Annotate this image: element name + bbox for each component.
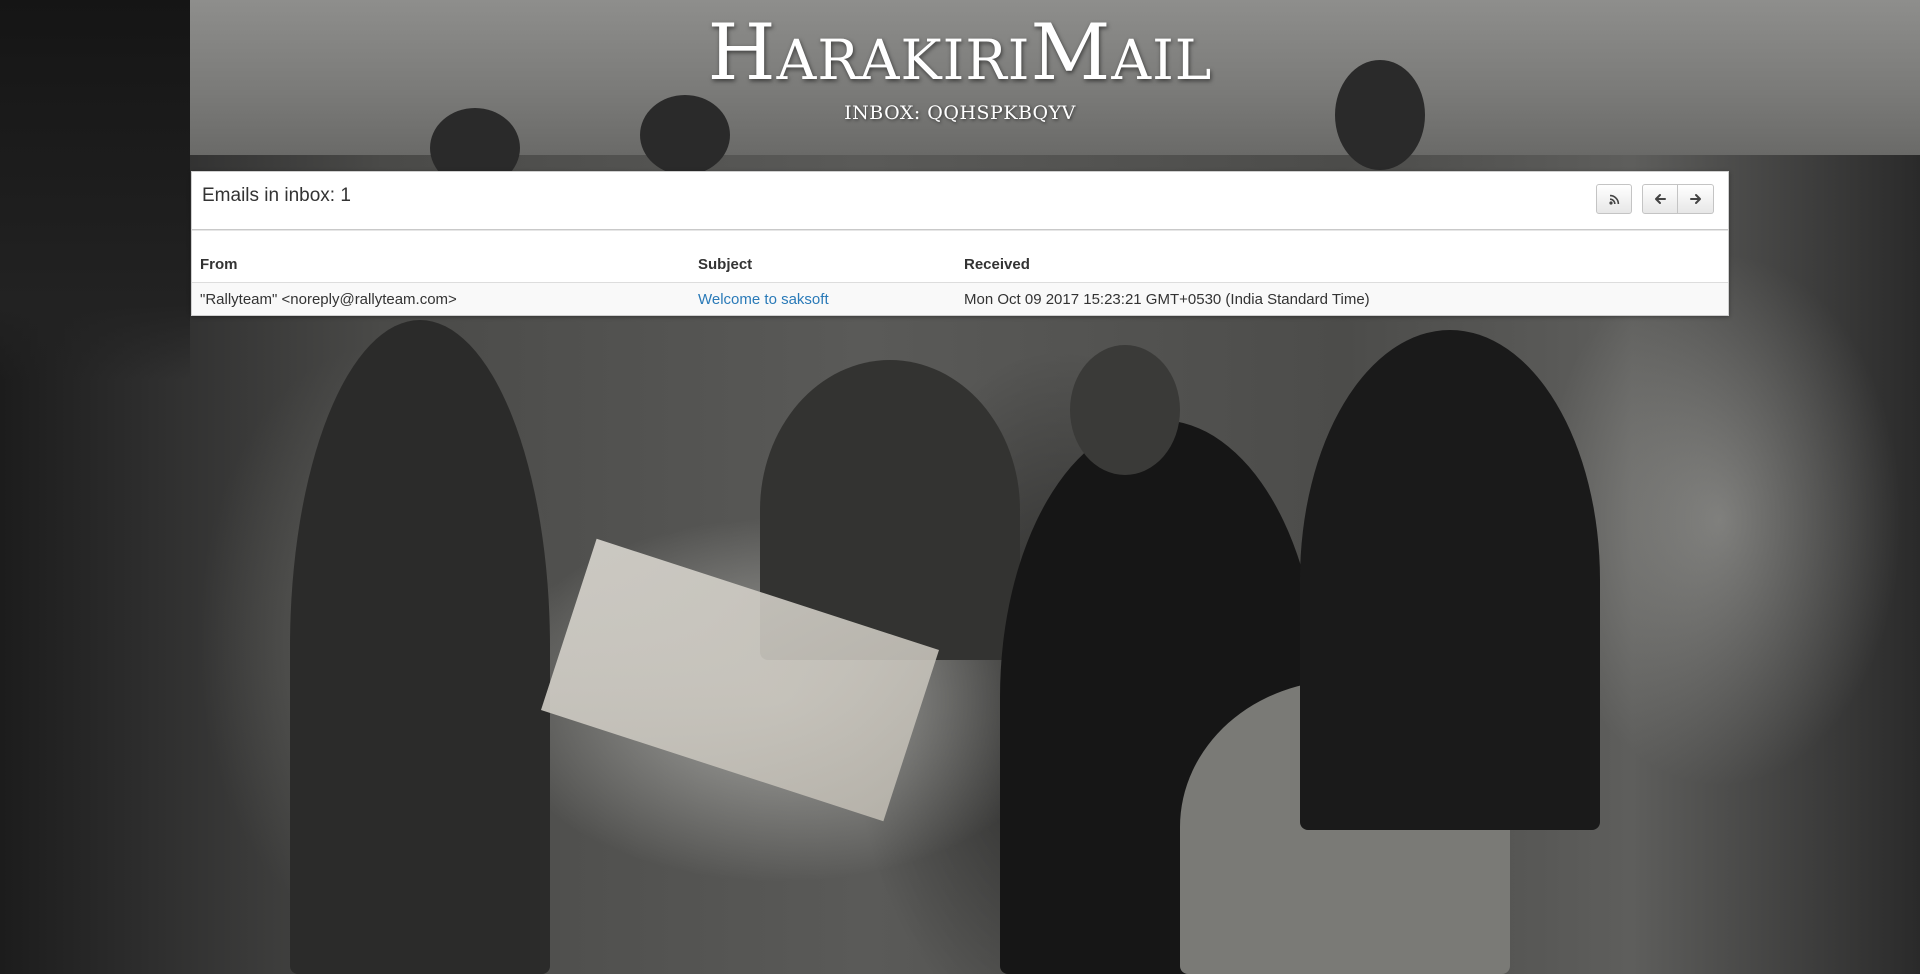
email-subject-cell: Welcome to saksoft: [690, 282, 956, 315]
panel-heading: Emails in inbox: 1: [192, 172, 1728, 230]
column-header-subject: Subject: [690, 247, 956, 283]
background-figure: [1300, 330, 1600, 830]
rss-button-group: [1596, 184, 1632, 214]
background-head: [1070, 345, 1180, 475]
inbox-panel: Emails in inbox: 1 From Subject Received…: [191, 171, 1729, 316]
table-header-row: From Subject Received: [192, 247, 1728, 283]
email-received: Mon Oct 09 2017 15:23:21 GMT+0530 (India…: [956, 282, 1728, 315]
inbox-count-title: Emails in inbox: 1: [202, 185, 351, 206]
site-logo[interactable]: HarakiriMail: [0, 8, 1920, 98]
pagination-button-group: [1642, 184, 1714, 214]
previous-page-button[interactable]: [1642, 184, 1678, 214]
column-header-from: From: [192, 247, 690, 283]
inbox-label: INBOX: QQHSPKBQYV: [844, 102, 1076, 124]
column-header-received: Received: [956, 247, 1728, 283]
rss-icon: [1608, 194, 1619, 205]
email-table: From Subject Received "Rallyteam" <norep…: [192, 247, 1728, 315]
email-from: "Rallyteam" <noreply@rallyteam.com>: [192, 282, 690, 315]
background-figure: [290, 320, 550, 974]
arrow-right-icon: [1689, 194, 1701, 204]
email-subject-link[interactable]: Welcome to saksoft: [698, 291, 829, 308]
table-row[interactable]: "Rallyteam" <noreply@rallyteam.com> Welc…: [192, 282, 1728, 315]
rss-button[interactable]: [1596, 184, 1632, 214]
next-page-button[interactable]: [1678, 184, 1714, 214]
arrow-left-icon: [1655, 194, 1666, 204]
site-header: HarakiriMail INBOX: QQHSPKBQYV: [0, 0, 1920, 124]
